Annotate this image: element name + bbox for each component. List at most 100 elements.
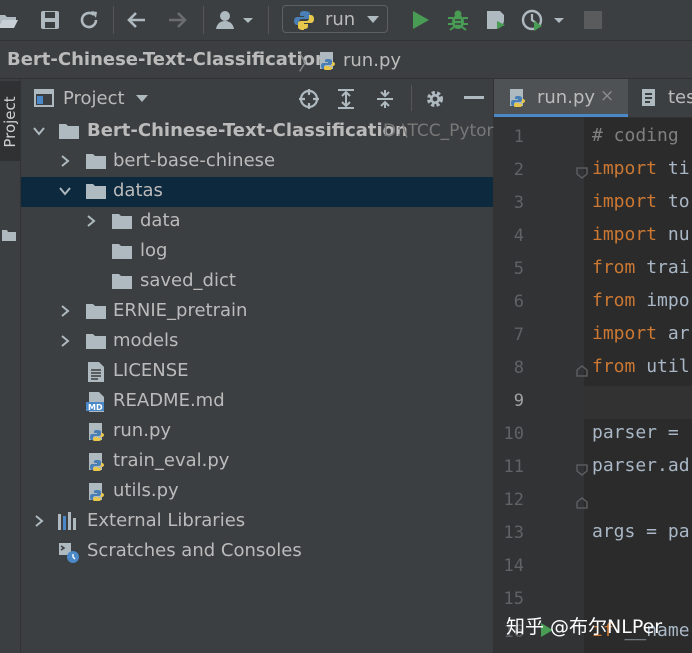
code-line[interactable]: parser = <box>584 419 692 452</box>
tree-item-scratches[interactable]: Scratches and Consoles <box>21 537 493 567</box>
chevron-right-icon[interactable] <box>33 515 45 527</box>
code-keyword: from <box>592 290 636 311</box>
code-line[interactable] <box>584 386 692 419</box>
code-rest: impo <box>635 290 690 311</box>
line-number: 2 <box>513 160 524 180</box>
tree-item-saved-dict[interactable]: saved_dict <box>21 267 493 297</box>
code-line[interactable]: import ti <box>584 155 692 188</box>
project-tool-window-button[interactable]: Project <box>0 81 20 161</box>
tree-item-license[interactable]: LICENSE <box>21 357 493 387</box>
minimize-icon[interactable] <box>464 96 484 100</box>
chevron-down-icon[interactable] <box>59 185 71 197</box>
tree-root[interactable]: Bert-Chinese-Text-Classification D:\TCC_… <box>21 117 494 147</box>
tab-run-py[interactable]: run.py × <box>494 79 628 117</box>
code-line[interactable]: from trai <box>584 254 692 287</box>
sync-icon[interactable] <box>77 8 101 32</box>
code-line[interactable]: parser.ad <box>584 452 692 485</box>
close-icon[interactable]: × <box>600 86 614 106</box>
tab-label: run.py <box>537 87 596 108</box>
code-rest: nu <box>657 224 690 245</box>
project-view-selector[interactable]: Project <box>63 88 125 109</box>
line-number: 1 <box>513 127 524 147</box>
code-line[interactable]: import to <box>584 188 692 221</box>
svg-text:MD: MD <box>88 403 103 412</box>
gear-icon[interactable] <box>424 88 446 110</box>
code-rest: to <box>657 191 690 212</box>
tree-item-bert-base-chinese[interactable]: bert-base-chinese <box>21 147 493 177</box>
back-icon[interactable] <box>125 8 149 32</box>
debug-icon[interactable] <box>446 8 470 32</box>
code-line[interactable]: import nu <box>584 221 692 254</box>
tree-root-label: Bert-Chinese-Text-Classification <box>87 120 408 141</box>
tree-item-external-libraries[interactable]: External Libraries <box>21 507 493 537</box>
code-line[interactable]: from impo <box>584 287 692 320</box>
profile-icon[interactable] <box>520 8 564 32</box>
code-line[interactable]: args = pa <box>584 518 692 551</box>
chevron-right-icon[interactable] <box>59 335 71 347</box>
run-icon[interactable] <box>408 8 432 32</box>
folder-icon[interactable] <box>2 229 16 241</box>
tree-item-run-py[interactable]: run.py <box>21 417 493 447</box>
chevron-down-icon[interactable] <box>136 95 148 103</box>
tree-item-label: saved_dict <box>140 270 236 291</box>
code-text: parser.ad <box>592 455 690 476</box>
code-text: import ar <box>592 323 690 344</box>
code-rest: ti <box>657 158 690 179</box>
line-number: 14 <box>503 556 524 576</box>
chevron-right-icon[interactable] <box>85 215 97 227</box>
line-number: 5 <box>513 259 524 279</box>
locate-icon[interactable] <box>298 88 320 110</box>
tree-item-readme[interactable]: MD README.md <box>21 387 493 417</box>
line-number: 3 <box>513 193 524 213</box>
tree-root-path: D:\TCC_Pytor <box>383 121 494 141</box>
code-text: from trai <box>592 257 690 278</box>
breadcrumb: Bert-Chinese-Text-Classification 〉 run.p… <box>0 41 692 79</box>
tree-item-models[interactable]: models <box>21 327 493 357</box>
code-line[interactable]: # coding <box>584 122 692 155</box>
code-area[interactable]: # coding import ti import to import nu from … <box>584 118 692 653</box>
collapse-all-icon[interactable] <box>375 88 395 110</box>
folder-icon <box>112 242 132 260</box>
code-text: args = pa <box>592 521 690 542</box>
tree-item-ernie-pretrain[interactable]: ERNIE_pretrain <box>21 297 493 327</box>
tree-item-log[interactable]: log <box>21 237 493 267</box>
code-text: import nu <box>592 224 690 245</box>
tree-item-label: train_eval.py <box>113 450 230 471</box>
line-number: 6 <box>513 292 524 312</box>
forward-icon[interactable] <box>165 8 189 32</box>
open-folder-icon[interactable] <box>0 8 20 32</box>
code-rest: ar <box>657 323 690 344</box>
text-file-icon <box>88 362 104 382</box>
code-line[interactable]: from util <box>584 353 692 386</box>
line-number: 15 <box>503 589 524 609</box>
chevron-down-icon[interactable] <box>33 125 45 137</box>
coverage-icon[interactable] <box>484 8 508 32</box>
tree-item-utils-py[interactable]: utils.py <box>21 477 493 507</box>
python-file-icon <box>640 88 660 108</box>
code-rest: util <box>635 356 690 377</box>
tab-test[interactable]: tes <box>628 79 692 117</box>
expand-all-icon[interactable] <box>336 88 356 110</box>
code-line[interactable] <box>584 551 692 584</box>
line-number: 11 <box>503 457 524 477</box>
folder-icon <box>86 302 106 320</box>
tree-item-label: LICENSE <box>113 360 189 381</box>
code-line[interactable]: import ar <box>584 320 692 353</box>
chevron-right-icon[interactable] <box>59 155 71 167</box>
tree-item-label: Scratches and Consoles <box>87 540 302 561</box>
breadcrumb-file[interactable]: run.py <box>343 50 401 71</box>
chevron-right-icon[interactable] <box>59 305 71 317</box>
folder-icon <box>112 212 132 230</box>
tree-item-datas[interactable]: datas <box>21 177 493 207</box>
stop-icon[interactable] <box>581 8 605 32</box>
code-line[interactable] <box>584 485 692 518</box>
python-file-icon <box>318 51 338 71</box>
breadcrumb-project[interactable]: Bert-Chinese-Text-Classification <box>7 49 328 70</box>
project-window-icon <box>34 89 54 107</box>
run-configuration-select[interactable]: run <box>282 5 388 33</box>
tree-item-data[interactable]: data <box>21 207 493 237</box>
tree-item-train-eval-py[interactable]: train_eval.py <box>21 447 493 477</box>
vcs-user-icon[interactable] <box>214 8 256 32</box>
save-icon[interactable] <box>38 8 62 32</box>
line-number: 4 <box>513 226 524 246</box>
